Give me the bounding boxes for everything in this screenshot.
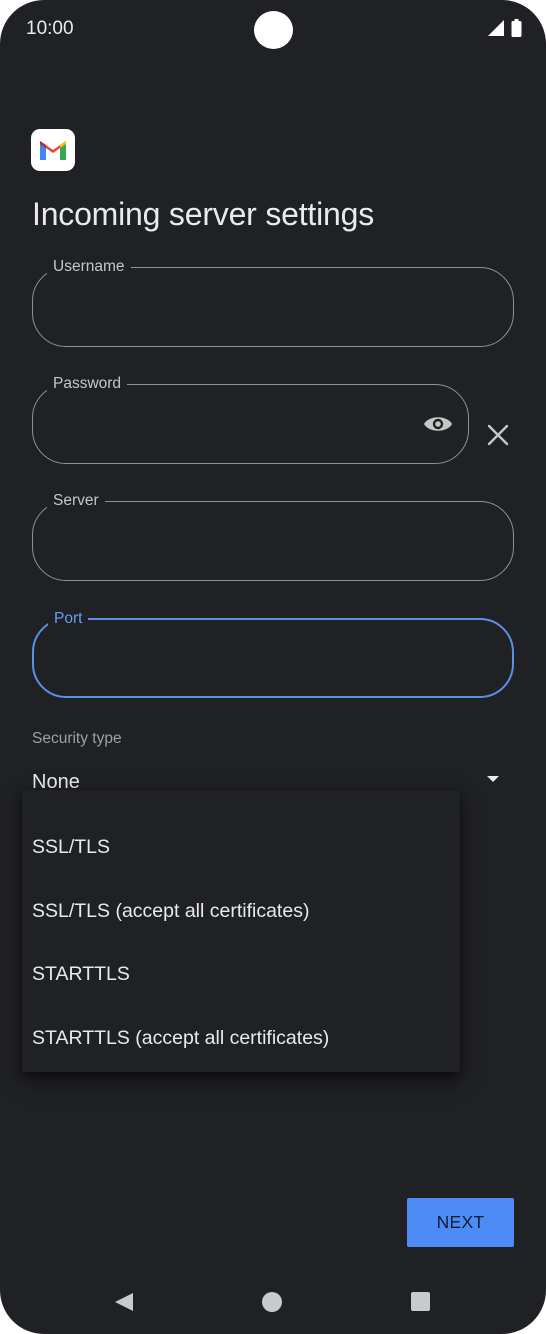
phone-screen: 10:00 Incoming server settings Username … xyxy=(0,0,546,1334)
username-input[interactable] xyxy=(53,292,493,324)
security-option-ssl-tls[interactable]: SSL/TLS xyxy=(32,836,110,859)
gmail-icon xyxy=(31,129,75,171)
security-option-ssl-tls-all-certs[interactable]: SSL/TLS (accept all certificates) xyxy=(32,900,309,923)
server-label: Server xyxy=(47,492,105,510)
recent-apps-icon[interactable] xyxy=(411,1292,430,1311)
signal-icon xyxy=(488,20,504,36)
page-title: Incoming server settings xyxy=(32,196,375,232)
port-field[interactable]: Port xyxy=(32,610,514,698)
password-label: Password xyxy=(47,375,128,393)
back-icon[interactable] xyxy=(113,1291,135,1313)
status-icons xyxy=(487,19,522,37)
username-label: Username xyxy=(47,258,131,276)
password-input[interactable] xyxy=(53,409,408,441)
password-field[interactable]: Password xyxy=(32,375,469,464)
dropdown-arrow-icon[interactable] xyxy=(483,772,503,786)
server-field[interactable]: Server xyxy=(32,492,514,581)
show-password-icon[interactable] xyxy=(422,411,454,437)
close-icon[interactable] xyxy=(484,421,512,449)
camera-cutout xyxy=(254,11,293,49)
home-icon[interactable] xyxy=(262,1292,282,1312)
server-input[interactable] xyxy=(53,526,493,558)
battery-icon xyxy=(511,19,522,37)
security-option-starttls-all-certs[interactable]: STARTTLS (accept all certificates) xyxy=(32,1027,329,1050)
port-label: Port xyxy=(48,610,89,628)
next-button[interactable]: NEXT xyxy=(407,1198,514,1247)
security-type-label: Security type xyxy=(32,730,122,747)
port-input[interactable] xyxy=(54,644,492,676)
security-type-menu: SSL/TLS SSL/TLS (accept all certificates… xyxy=(22,790,460,1072)
security-option-starttls[interactable]: STARTTLS xyxy=(32,963,130,986)
username-field[interactable]: Username xyxy=(32,258,514,347)
status-time: 10:00 xyxy=(26,18,74,39)
